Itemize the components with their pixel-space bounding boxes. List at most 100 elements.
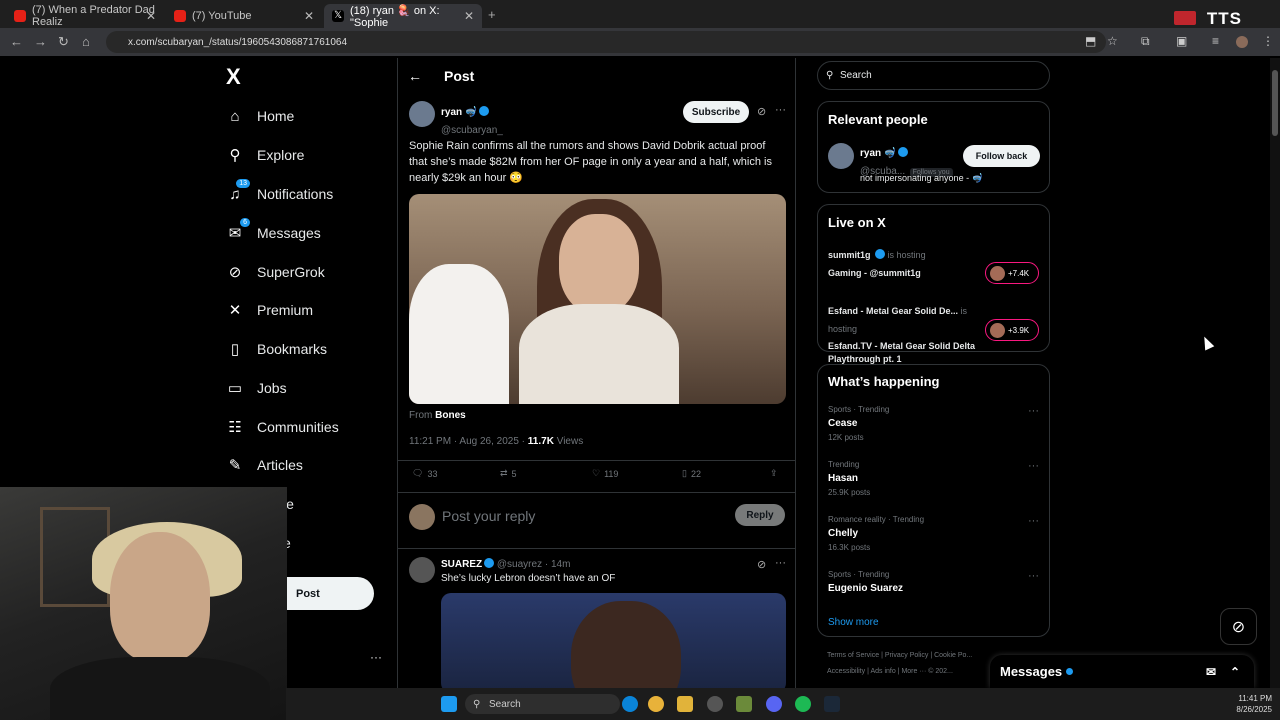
more-options-icon[interactable]: ··· <box>775 104 786 116</box>
trend-item[interactable]: Sports · Trending Eugenio Suarez <box>828 570 903 598</box>
search-icon: ⚲ <box>826 70 834 81</box>
url-field[interactable]: x.com/scubaryan_/status/1960543086871761… <box>106 31 1106 53</box>
footer-links[interactable]: Terms of Service | Privacy Policy | Cook… <box>827 652 972 659</box>
split-icon[interactable]: ▣ <box>1176 34 1187 48</box>
post-video[interactable] <box>409 194 786 404</box>
trend-item[interactable]: Romance reality · Trending Chelly 16.3K po… <box>828 515 924 552</box>
new-message-icon[interactable]: ✉ <box>1206 665 1216 679</box>
show-more-link[interactable]: Show more <box>828 617 879 628</box>
reply-author-avatar[interactable] <box>409 557 435 583</box>
grok-icon[interactable]: ⊘ <box>757 558 766 571</box>
live-listeners-pill[interactable]: +7.4K <box>985 262 1039 284</box>
scrollbar-thumb[interactable] <box>1272 70 1278 136</box>
subscribe-button[interactable]: Subscribe <box>683 101 749 123</box>
tab-x-post[interactable]: 𝕏 (18) ryan 🪼 on X: "Sophie ✕ <box>324 4 482 29</box>
divider <box>398 492 795 493</box>
chrome-icon[interactable] <box>648 696 664 712</box>
nav-articles[interactable]: ✎ Articles <box>226 453 303 477</box>
menu-icon[interactable]: ⋮ <box>1262 34 1274 48</box>
people-icon: ☷ <box>228 419 242 436</box>
author-info[interactable]: ryan 🤿 @scubaryan_ <box>441 102 503 138</box>
person-face <box>559 214 639 314</box>
install-icon[interactable]: ⬒ <box>1085 34 1096 48</box>
media-icon[interactable]: ≡ <box>1212 34 1219 48</box>
nav-jobs[interactable]: ▭ Jobs <box>226 376 287 400</box>
grok-icon[interactable]: ⊘ <box>757 105 766 118</box>
youtube-icon <box>174 10 186 22</box>
tab-youtube-video[interactable]: (7) When a Predator Dad Realiz ✕ <box>6 4 164 28</box>
reply-text: She’s lucky Lebron doesn’t have an OF <box>441 573 616 584</box>
reply-button[interactable]: Reply <box>735 504 785 526</box>
edge-icon[interactable] <box>622 696 638 712</box>
trend-more-icon[interactable]: ··· <box>1028 405 1039 417</box>
reply-author[interactable]: SUAREZ @suayrez · 14m <box>441 558 570 570</box>
page-scrollbar[interactable] <box>1270 58 1280 688</box>
folder-icon[interactable] <box>677 696 693 712</box>
live-item[interactable]: Esfand - Metal Gear Solid De... is hosti… <box>828 301 978 366</box>
search-icon: ⚲ <box>473 698 481 710</box>
main-column: ← Post ryan 🤿 @scubaryan_ Subscribe ⊘ ···… <box>397 58 796 688</box>
nav-communities[interactable]: ☷ Communities <box>226 415 338 439</box>
reply-video[interactable] <box>441 593 786 688</box>
nav-bookmarks[interactable]: ▯ Bookmarks <box>226 337 327 361</box>
home-icon: ⌂ <box>230 107 240 125</box>
reply-input[interactable]: Post your reply <box>442 508 535 524</box>
account-more-icon[interactable]: ··· <box>370 650 382 664</box>
trend-more-icon[interactable]: ··· <box>1028 460 1039 472</box>
taskbar-search[interactable]: ⚲ Search <box>465 694 620 714</box>
system-clock[interactable]: 11:41 PM 8/26/2025 <box>1236 693 1272 715</box>
forward-icon[interactable]: → <box>34 34 47 49</box>
new-tab-icon[interactable]: + <box>488 7 496 22</box>
discord-icon[interactable] <box>766 696 782 712</box>
reload-icon[interactable]: ↻ <box>58 34 69 50</box>
live-item[interactable]: summit1g is hosting Gaming - @summit1g <box>828 245 926 282</box>
like-action[interactable]: ♡ 119 <box>592 468 618 479</box>
search-input[interactable]: ⚲ Search <box>817 61 1050 90</box>
close-tab-icon[interactable]: ✕ <box>146 9 156 23</box>
trend-item[interactable]: Trending Hasan 25.9K posts <box>828 460 870 497</box>
app-icon[interactable] <box>736 696 752 712</box>
x-logo[interactable]: X <box>226 64 241 90</box>
address-bar-row: ← → ↻ ⌂ x.com/scubaryan_/status/19605430… <box>0 28 1280 56</box>
post-button[interactable]: Post <box>286 577 374 610</box>
steam-icon[interactable] <box>824 696 840 712</box>
profile-avatar[interactable] <box>1236 36 1248 48</box>
verified-icon <box>484 558 495 568</box>
star-icon[interactable]: ☆ <box>1107 34 1118 48</box>
more-options-icon[interactable]: ··· <box>775 557 786 569</box>
footer-links[interactable]: Accessibility | Ads info | More ··· © 20… <box>827 668 953 675</box>
home-icon[interactable]: ⌂ <box>82 34 90 49</box>
grok-button[interactable]: ⊘ <box>1220 608 1257 645</box>
trend-item[interactable]: Sports · Trending Cease 12K posts <box>828 405 889 442</box>
youtube-icon <box>14 10 26 22</box>
obs-icon[interactable] <box>707 696 723 712</box>
bookmark-icon: ▯ <box>230 341 240 358</box>
live-listeners-pill[interactable]: +3.9K <box>985 319 1039 341</box>
follow-back-button[interactable]: Follow back <box>963 145 1040 167</box>
tab-youtube[interactable]: (7) YouTube ✕ <box>166 4 322 28</box>
extensions-icon[interactable]: ⧉ <box>1141 34 1150 49</box>
back-icon[interactable]: ← <box>10 34 23 49</box>
source-link[interactable]: Bones <box>435 410 466 421</box>
nav-supergrok[interactable]: ⊘ SuperGrok <box>226 260 325 284</box>
nav-notifications[interactable]: ♫ 13 Notifications <box>226 179 333 206</box>
reply-action[interactable]: 🗨 33 <box>412 468 437 479</box>
relevant-avatar[interactable] <box>828 143 854 169</box>
nav-home[interactable]: ⌂ Home <box>226 104 294 128</box>
messages-drawer[interactable]: Messages ✉ ⌃ <box>990 655 1254 688</box>
spotify-icon[interactable] <box>795 696 811 712</box>
bookmark-action[interactable]: ▯ 22 <box>682 468 701 479</box>
windows-start-icon[interactable] <box>441 696 457 712</box>
close-tab-icon[interactable]: ✕ <box>304 9 314 23</box>
nav-premium[interactable]: ✕ Premium <box>226 298 313 322</box>
nav-messages[interactable]: ✉ 6 Messages <box>226 218 321 245</box>
back-arrow-icon[interactable]: ← <box>408 68 422 84</box>
expand-icon[interactable]: ⌃ <box>1230 665 1240 679</box>
trend-more-icon[interactable]: ··· <box>1028 570 1039 582</box>
nav-explore[interactable]: ⚲ Explore <box>226 143 305 167</box>
close-tab-icon[interactable]: ✕ <box>464 9 474 23</box>
share-icon[interactable]: ⇪ <box>770 468 778 479</box>
author-avatar[interactable] <box>409 101 435 127</box>
repost-action[interactable]: ⇄ 5 <box>500 468 517 479</box>
trend-more-icon[interactable]: ··· <box>1028 515 1039 527</box>
